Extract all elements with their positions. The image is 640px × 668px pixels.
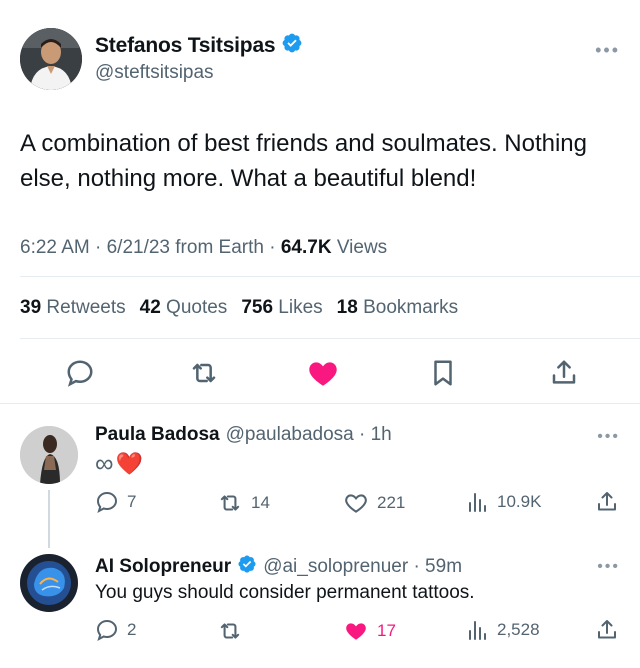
bookmarks-label: Bookmarks xyxy=(363,297,459,318)
share-icon xyxy=(598,620,616,639)
views-icon xyxy=(469,621,486,640)
reply-author-name[interactable]: AI Solopreneur xyxy=(95,556,231,578)
like-button[interactable]: 17 xyxy=(343,618,396,644)
retweets-count: 39 xyxy=(20,297,42,318)
bookmark-icon[interactable] xyxy=(425,355,461,391)
reply-text: ∞ ❤️ xyxy=(95,448,143,479)
retweet-button[interactable]: 14 xyxy=(217,490,270,516)
author-name-text: Stefanos Tsitsipas xyxy=(95,34,276,57)
divider xyxy=(20,276,640,277)
share-icon xyxy=(598,492,616,511)
more-options-icon[interactable]: ••• xyxy=(597,428,620,446)
views-icon xyxy=(469,493,486,512)
views-count: 10.9K xyxy=(497,492,542,511)
like-icon xyxy=(346,623,366,640)
verified-badge-icon xyxy=(237,554,257,580)
tweet-actions xyxy=(0,355,640,391)
reply-handle-time[interactable]: @paulabadosa · 1h xyxy=(226,424,392,446)
bookmarks-count: 18 xyxy=(336,297,358,318)
reply-button[interactable]: 7 xyxy=(95,490,136,514)
tweet-text: A combination of best friends and soulma… xyxy=(20,130,587,192)
like-icon[interactable] xyxy=(305,355,341,391)
reply-item[interactable]: AI Solopreneur @ai_soloprenuer · 59m •••… xyxy=(0,544,640,668)
retweet-icon xyxy=(220,623,240,639)
share-button[interactable] xyxy=(595,490,619,514)
reply-text: You guys should consider permanent tatto… xyxy=(95,582,475,603)
verified-badge-icon xyxy=(281,32,303,60)
retweet-button[interactable] xyxy=(217,618,243,644)
author-avatar[interactable] xyxy=(20,28,82,90)
likes-stat[interactable]: 756 Likes xyxy=(241,297,322,319)
author-handle[interactable]: @steftsitsipas xyxy=(95,62,214,84)
reply-icon xyxy=(96,491,118,514)
tweet-stats: 39 Retweets 42 Quotes 756 Likes 18 Bookm… xyxy=(20,297,458,319)
quotes-stat[interactable]: 42 Quotes xyxy=(140,297,228,319)
reply-actions: 7 14 221 10.9K xyxy=(95,490,625,518)
bookmarks-stat[interactable]: 18 Bookmarks xyxy=(337,297,458,319)
reply-avatar[interactable] xyxy=(20,554,78,612)
reply-icon[interactable] xyxy=(62,355,98,391)
tweet-meta: 6:22 AM · 6/21/23 from Earth · 64.7K Vie… xyxy=(20,237,387,259)
quotes-count: 42 xyxy=(139,297,161,318)
reply-item[interactable]: Paula Badosa @paulabadosa · 1h ••• ∞ ❤️ … xyxy=(0,404,640,544)
like-button[interactable]: 221 xyxy=(343,490,405,516)
retweet-count: 14 xyxy=(251,493,270,512)
thread-line xyxy=(48,490,50,548)
likes-count: 756 xyxy=(241,297,274,318)
quotes-label: Quotes xyxy=(166,297,228,318)
share-button[interactable] xyxy=(595,618,619,642)
reply-header: AI Solopreneur @ai_soloprenuer · 59m xyxy=(95,554,462,580)
reply-actions: 2 17 2,528 xyxy=(95,618,625,646)
more-options-icon[interactable]: ••• xyxy=(595,40,620,61)
views-label: Views xyxy=(331,237,388,258)
reply-header: Paula Badosa @paulabadosa · 1h xyxy=(95,424,392,446)
main-tweet: Stefanos Tsitsipas @steftsitsipas ••• A … xyxy=(0,0,640,404)
retweets-label: Retweets xyxy=(46,297,126,318)
divider xyxy=(20,338,640,339)
likes-label: Likes xyxy=(278,297,323,318)
like-count: 17 xyxy=(377,621,396,640)
reply-author-name[interactable]: Paula Badosa xyxy=(95,424,220,446)
reply-avatar[interactable] xyxy=(20,426,78,484)
author-name[interactable]: Stefanos Tsitsipas xyxy=(95,32,303,60)
more-options-icon[interactable]: ••• xyxy=(597,558,620,576)
infinity-symbol: ∞ xyxy=(95,448,114,478)
reply-handle-time[interactable]: @ai_soloprenuer · 59m xyxy=(263,556,462,578)
views-count: 64.7K xyxy=(280,237,332,258)
reply-count: 7 xyxy=(127,492,137,511)
retweet-icon[interactable] xyxy=(186,355,222,391)
tweet-timestamp[interactable]: 6:22 AM · 6/21/23 from Earth · xyxy=(20,237,281,258)
views-button[interactable]: 10.9K xyxy=(465,490,541,514)
like-count: 221 xyxy=(377,493,406,512)
views-count: 2,528 xyxy=(497,620,540,639)
reply-count: 2 xyxy=(127,620,137,639)
share-icon[interactable] xyxy=(546,355,582,391)
views-button[interactable]: 2,528 xyxy=(465,618,540,642)
like-icon xyxy=(345,494,367,513)
reply-icon xyxy=(96,619,118,642)
retweets-stat[interactable]: 39 Retweets xyxy=(20,297,126,319)
retweet-icon xyxy=(220,495,240,511)
heart-emoji: ❤️ xyxy=(115,450,143,476)
reply-button[interactable]: 2 xyxy=(95,618,136,642)
